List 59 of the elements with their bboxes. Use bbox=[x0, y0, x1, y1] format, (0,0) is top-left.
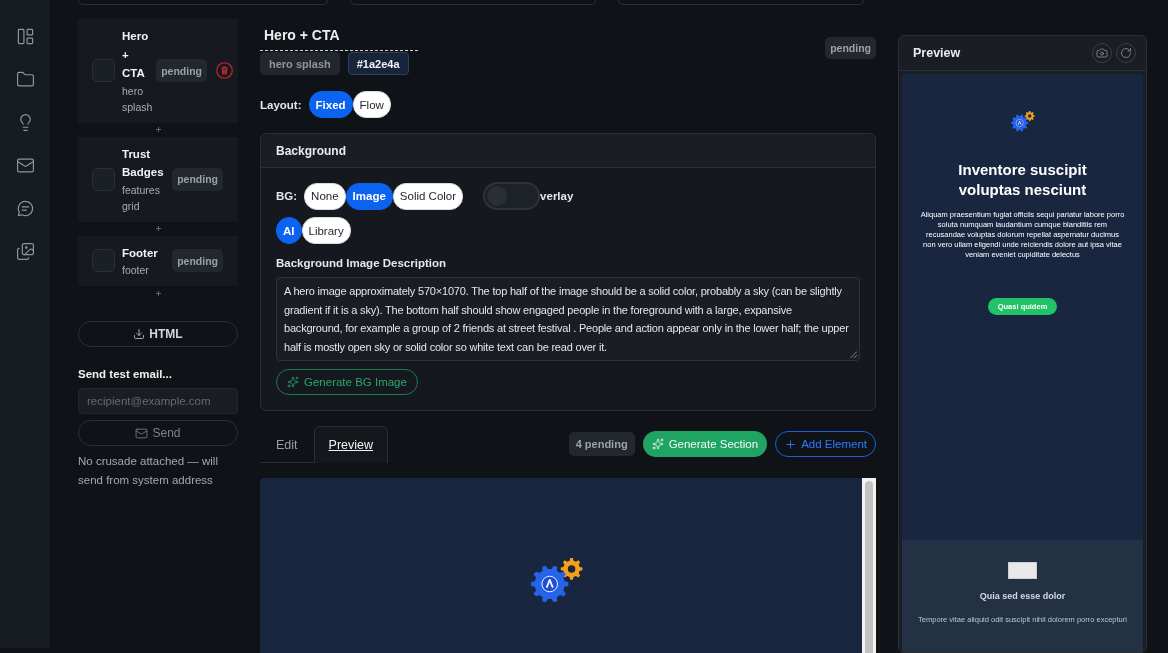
bg-option[interactable]: None bbox=[304, 182, 346, 210]
refresh-icon bbox=[1120, 47, 1132, 59]
section-title: Hero + CTA bbox=[122, 29, 150, 81]
mail-icon bbox=[135, 426, 149, 440]
camera-icon bbox=[1096, 47, 1108, 59]
mail-icon[interactable] bbox=[15, 156, 35, 175]
section-subtitle: hero splash bbox=[122, 83, 153, 115]
gears-icon bbox=[1010, 111, 1035, 132]
layout-option[interactable]: Flow bbox=[352, 91, 391, 118]
bg-option[interactable]: Image bbox=[345, 182, 393, 210]
sparkles-icon bbox=[651, 438, 664, 450]
section-title: Trust Badges bbox=[122, 146, 165, 180]
layout-label: Layout: bbox=[260, 98, 302, 111]
folder-icon[interactable] bbox=[15, 70, 35, 89]
chat-bubble-icon[interactable] bbox=[15, 199, 35, 218]
layout-option[interactable]: Fixed bbox=[308, 91, 353, 118]
preview-title: Preview bbox=[913, 46, 961, 60]
trash-icon[interactable] bbox=[216, 62, 233, 80]
section-card[interactable]: Hero + CTA hero splash pending bbox=[78, 19, 238, 123]
plus-icon[interactable] bbox=[155, 226, 161, 231]
bg-label: BG: bbox=[276, 190, 298, 202]
section-subtitle: features grid bbox=[122, 182, 161, 214]
images-icon[interactable] bbox=[15, 242, 35, 261]
send-test-email-label: Send test email... bbox=[78, 367, 173, 381]
type-tag: hero splash bbox=[260, 52, 340, 75]
panel-header: Background bbox=[261, 134, 875, 168]
status-badge: pending bbox=[156, 59, 207, 83]
section-title: Footer bbox=[122, 245, 158, 261]
color-tag: #1a2e4a bbox=[347, 52, 409, 75]
section-card[interactable]: Footer footer pending bbox=[78, 235, 238, 286]
overlay-toggle[interactable] bbox=[483, 182, 541, 210]
resize-handle-icon[interactable] bbox=[850, 351, 857, 358]
status-badge: pending bbox=[172, 167, 223, 191]
plus-icon[interactable] bbox=[155, 127, 161, 132]
layout-panels-icon[interactable] bbox=[15, 27, 35, 46]
overlay-label: verlay bbox=[540, 190, 574, 202]
source-option[interactable]: Library bbox=[301, 217, 351, 244]
status-badge: pending bbox=[825, 37, 876, 59]
status-badge: pending bbox=[172, 249, 223, 273]
section-subtitle: footer bbox=[122, 263, 149, 278]
download-icon bbox=[133, 328, 146, 340]
tab[interactable]: Edit bbox=[260, 426, 314, 463]
description-field[interactable]: A hero image approximately 570×1070. The top half of the image should be a solid color, probably a sky (can be slightly gradient if it is a sky). The bottom half should show engaged people in the foreground with a large, expansive background, for example a group of 2 friends at street festival . People and action appear only in the lower half; the upper half is mostly open sky or solid color so white text can be read over it. bbox=[276, 277, 860, 361]
section-card[interactable]: Trust Badges features grid pending bbox=[78, 136, 238, 222]
hero-heading: Inventore suscipit voluptas nesciunt bbox=[957, 159, 1088, 200]
section-title-field[interactable]: Hero + CTA bbox=[260, 26, 418, 51]
recipient-input[interactable]: recipient@example.com bbox=[78, 388, 238, 414]
plus-icon bbox=[784, 437, 798, 451]
sender-note: No crusade attached — will send from system address bbox=[78, 454, 219, 488]
photo-placeholder bbox=[1008, 562, 1037, 579]
plus-icon[interactable] bbox=[155, 290, 161, 296]
pending-count-badge: 4 pending bbox=[568, 432, 635, 456]
tab[interactable]: Preview bbox=[313, 426, 388, 463]
description-label: Background Image Description bbox=[276, 256, 447, 270]
source-option[interactable]: AI bbox=[276, 217, 302, 244]
gears-icon bbox=[531, 558, 583, 603]
sparkles-icon bbox=[287, 376, 299, 388]
bg-option[interactable]: Solid Color bbox=[392, 182, 464, 210]
section-heading: Quia sed esse dolor bbox=[979, 590, 1066, 602]
